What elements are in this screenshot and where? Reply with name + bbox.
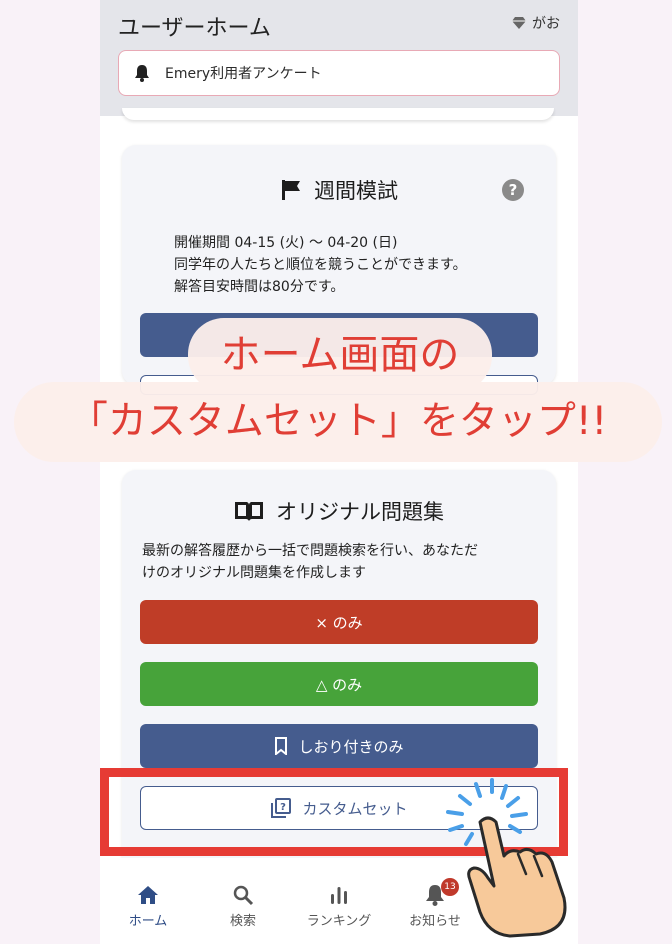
nav-ranking[interactable]: ランキング: [294, 884, 384, 929]
flag-icon: [282, 180, 300, 200]
triangle-only-label: △ のみ: [315, 675, 363, 694]
nav-search[interactable]: 検索: [198, 884, 288, 929]
tap-hand-icon: [446, 778, 567, 938]
annotation-banner-line2: 「カスタムセット」をタップ!!: [14, 382, 662, 462]
app-header: ユーザーホーム がお Emery利用者アンケート: [100, 0, 578, 116]
original-title-text: オリジナル問題集: [276, 500, 444, 524]
bookmark-icon: [275, 737, 288, 755]
gem-icon: [512, 17, 526, 29]
annotation-banner-line1: ホーム画面の: [188, 318, 492, 392]
ranking-icon: [331, 887, 347, 904]
mock-exam-desc-line: 解答目安時間は80分です。: [174, 279, 345, 295]
bookmark-only-button[interactable]: しおり付きのみ: [140, 724, 538, 768]
mock-exam-description: 開催期間 04-15 (火) 〜 04-20 (日) 同学年の人たちと順位を競う…: [174, 232, 467, 298]
notice-text: Emery利用者アンケート: [165, 66, 322, 82]
help-icon[interactable]: ?: [502, 179, 524, 201]
bell-icon: [135, 65, 149, 82]
bookmark-only-label: しおり付きのみ: [298, 737, 404, 756]
mock-exam-title: 週間模試: [122, 175, 556, 205]
wrong-only-button[interactable]: × のみ: [140, 600, 538, 644]
original-description: 最新の解答履歴から一括で問題検索を行い、あなただ けのオリジナル問題集を作成しま…: [142, 540, 478, 584]
wrong-only-label: × のみ: [315, 613, 363, 632]
nav-home[interactable]: ホーム: [103, 884, 193, 929]
search-icon: [233, 885, 254, 906]
book-icon: [235, 502, 263, 521]
nav-search-label: 検索: [229, 914, 256, 929]
mock-exam-desc-line: 同学年の人たちと順位を競うことができます。: [174, 257, 467, 273]
page-title: ユーザーホーム: [118, 16, 271, 41]
original-desc-line: 最新の解答履歴から一括で問題検索を行い、あなただ: [142, 543, 478, 559]
mock-exam-title-text: 週間模試: [314, 179, 398, 203]
username: がお: [532, 16, 560, 32]
mock-exam-desc-line: 開催期間 04-15 (火) 〜 04-20 (日): [174, 235, 398, 251]
user-info[interactable]: がお: [512, 13, 560, 33]
home-icon: [138, 886, 158, 904]
nav-home-label: ホーム: [128, 914, 168, 929]
survey-notice[interactable]: Emery利用者アンケート: [118, 50, 560, 96]
original-desc-line: けのオリジナル問題集を作成します: [142, 565, 366, 581]
original-title: オリジナル問題集: [122, 496, 556, 526]
previous-card-edge: [122, 108, 554, 120]
nav-ranking-label: ランキング: [306, 914, 372, 929]
triangle-only-button[interactable]: △ のみ: [140, 662, 538, 706]
